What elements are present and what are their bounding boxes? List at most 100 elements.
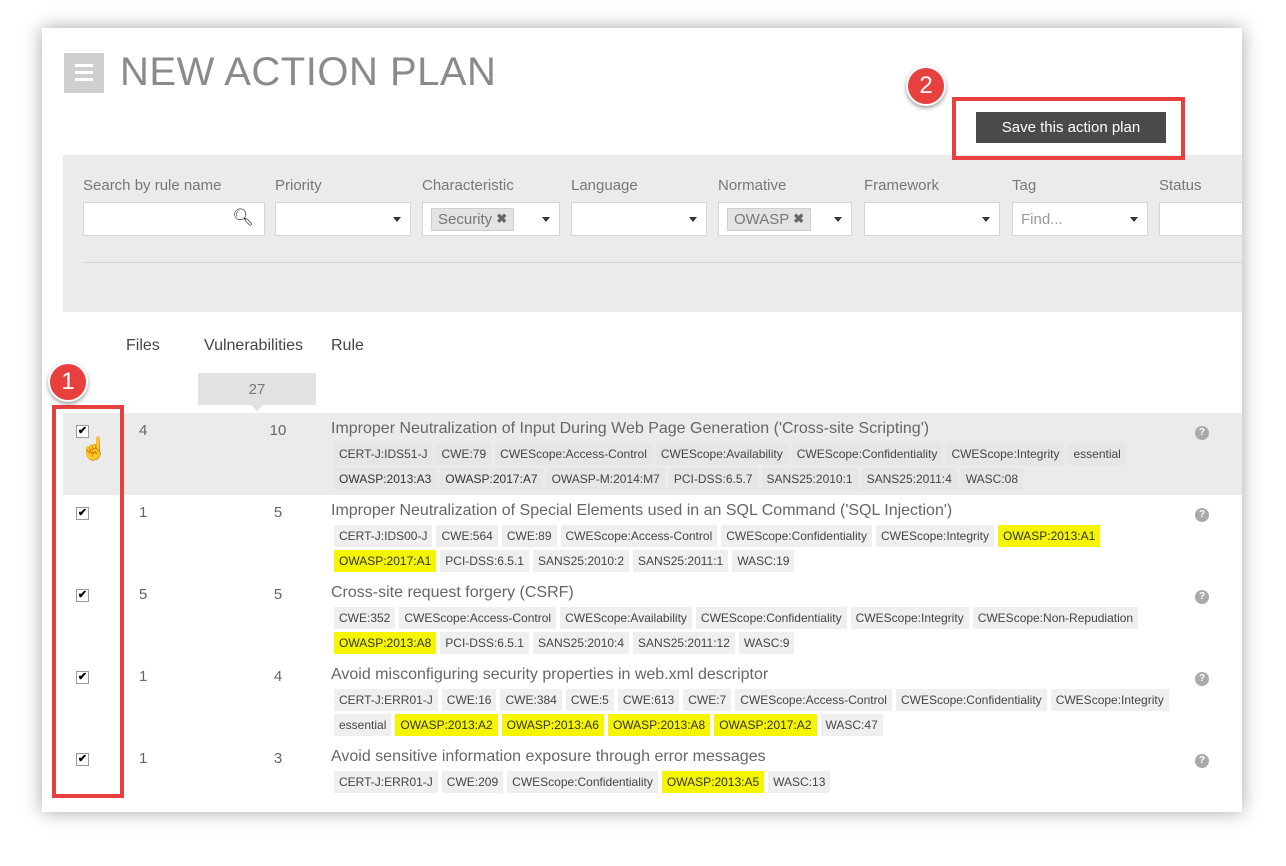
- annotation-box-checkboxes: [52, 405, 124, 798]
- rule-tag: WASC:19: [732, 550, 795, 572]
- rule-tag: WASC:08: [960, 468, 1024, 490]
- hamburger-menu-icon[interactable]: [64, 52, 104, 93]
- filter-select[interactable]: [1159, 202, 1242, 236]
- help-icon[interactable]: ?: [1195, 672, 1209, 686]
- rule-tag: CWEScope:Non-Repudiation: [972, 607, 1139, 629]
- rule-title[interactable]: Avoid sensitive information exposure thr…: [331, 748, 766, 766]
- filter-label: Tag: [1012, 177, 1037, 194]
- rule-tag: OWASP-M:2014:M7: [546, 468, 665, 490]
- rule-tag: OWASP:2013:A8: [334, 632, 437, 654]
- rule-tag: CWE:79: [436, 443, 492, 465]
- rule-tags: CERT-J:IDS00-J CWE:564 CWE:89 CWEScope:Acce…: [334, 525, 1204, 572]
- chevron-down-icon[interactable]: [542, 217, 550, 222]
- search-input[interactable]: 🔍︎: [83, 202, 265, 236]
- rule-tag: SANS25:2010:4: [532, 632, 630, 654]
- rule-tag: CWE:7: [683, 689, 732, 711]
- header: NEW ACTION PLAN: [64, 50, 496, 95]
- rule-tag: CWEScope:Integrity: [946, 443, 1065, 465]
- filter-panel: Search by rule name 🔍︎ Priority Characteris…: [63, 155, 1242, 312]
- rule-title[interactable]: Improper Neutralization of Input During …: [331, 420, 929, 438]
- filter-label: Characteristic: [422, 177, 514, 194]
- rule-tag: CWEScope:Confidentiality: [507, 771, 658, 793]
- rule-tag: OWASP:2017:A1: [334, 550, 437, 572]
- rule-tag: WASC:13: [768, 771, 831, 793]
- remove-chip-icon[interactable]: ✖: [496, 211, 507, 227]
- filter-normative: Normative OWASP ✖: [718, 177, 852, 236]
- filter-label: Framework: [864, 177, 940, 194]
- rule-tag: SANS25:2010:1: [761, 468, 858, 490]
- rule-tag: PCI-DSS:6.5.1: [440, 632, 529, 654]
- rule-title[interactable]: Improper Neutralization of Special Eleme…: [331, 502, 952, 520]
- filter-select[interactable]: Security ✖: [422, 202, 560, 236]
- rule-tags: CERT-J:ERR01-J CWE:16 CWE:384 CWE:5 CWE:613 C…: [334, 689, 1204, 736]
- table-row[interactable]: ✔ 4 10 Improper Neutralization of Input Dur…: [63, 413, 1242, 495]
- rule-tag: SANS25:2011:4: [861, 468, 957, 490]
- rule-tag: CWEScope:Access-Control: [735, 689, 892, 711]
- filter-search-by-rule-name: Search by rule name 🔍︎: [83, 177, 265, 236]
- rule-tag: PCI-DSS:6.5.1: [440, 550, 529, 572]
- filter-select[interactable]: [864, 202, 1000, 236]
- rule-tag: CWEScope:Confidentiality: [791, 443, 943, 465]
- rule-tag: OWASP:2013:A6: [501, 714, 604, 736]
- filter-label: Status: [1159, 177, 1202, 194]
- chevron-down-icon[interactable]: [834, 217, 842, 222]
- help-icon[interactable]: ?: [1195, 754, 1209, 768]
- files-count: 1: [139, 750, 148, 767]
- rule-tag: SANS25:2011:1: [633, 550, 729, 572]
- vulnerabilities-count: 10: [269, 422, 287, 439]
- rule-tag: CERT-J:IDS00-J: [334, 525, 433, 547]
- remove-chip-icon[interactable]: ✖: [793, 211, 804, 227]
- files-header[interactable]: Files: [126, 337, 160, 355]
- filter-select[interactable]: [275, 202, 411, 236]
- chevron-down-icon[interactable]: [982, 217, 990, 222]
- filter-priority: Priority: [275, 177, 411, 236]
- files-count: 1: [139, 668, 148, 685]
- rule-tag: CWEScope:Integrity: [875, 525, 995, 547]
- annotation-badge-1: 1: [48, 362, 88, 402]
- rule-tag: CWE:5: [565, 689, 614, 711]
- rule-tag: essential: [334, 714, 392, 736]
- filter-select[interactable]: [571, 202, 707, 236]
- rule-tags: CERT-J:IDS51-J CWE:79 CWEScope:Access-Cont…: [334, 443, 1204, 490]
- filter-select[interactable]: Find...: [1012, 202, 1148, 236]
- rule-tag: CWEScope:Integrity: [850, 607, 969, 629]
- filter-tag: Tag Find...: [1012, 177, 1148, 236]
- filter-select[interactable]: OWASP ✖: [718, 202, 852, 236]
- rule-tag: CWE:89: [501, 525, 557, 547]
- help-icon[interactable]: ?: [1195, 508, 1209, 522]
- rule-tag: CWEScope:Confidentiality: [895, 689, 1047, 711]
- chevron-down-icon[interactable]: [689, 217, 697, 222]
- rule-title[interactable]: Cross-site request forgery (CSRF): [331, 584, 574, 602]
- rule-tag: CWEScope:Confidentiality: [721, 525, 872, 547]
- vulnerabilities-header[interactable]: Vulnerabilities: [204, 337, 303, 355]
- filter-divider: [83, 262, 1242, 263]
- rule-tag: CWE:209: [441, 771, 504, 793]
- filter-label: Search by rule name: [83, 177, 222, 194]
- rule-tag: CWE:384: [500, 689, 562, 711]
- rule-tag: CERT-J:IDS51-J: [334, 443, 433, 465]
- table-row[interactable]: ✔ 1 3 Avoid sensitive information exposure …: [63, 741, 1242, 811]
- vulnerabilities-count: 5: [273, 504, 283, 521]
- table-row[interactable]: ✔ 1 4 Avoid misconfiguring security propert…: [63, 659, 1242, 741]
- table-row[interactable]: ✔ 5 5 Cross-site request forgery (CSRF) CWE:…: [63, 577, 1242, 659]
- tag-search-placeholder: Find...: [1021, 210, 1063, 228]
- files-count: 5: [139, 586, 148, 603]
- files-count: 1: [139, 504, 148, 521]
- vulnerabilities-count: 5: [273, 586, 283, 603]
- search-icon[interactable]: 🔍︎: [232, 208, 254, 228]
- rule-header[interactable]: Rule: [331, 337, 364, 355]
- chevron-down-icon[interactable]: [393, 217, 401, 222]
- rule-tag: WASC:9: [738, 632, 795, 654]
- help-icon[interactable]: ?: [1195, 426, 1209, 440]
- chevron-down-icon[interactable]: [1130, 217, 1138, 222]
- rule-tag: OWASP:2013:A5: [661, 771, 765, 793]
- rule-tag: CERT-J:ERR01-J: [334, 771, 438, 793]
- rule-title[interactable]: Avoid misconfiguring security properties…: [331, 666, 768, 684]
- help-icon[interactable]: ?: [1195, 590, 1209, 604]
- rule-tag: CWE:16: [441, 689, 497, 711]
- rule-tag: essential: [1068, 443, 1126, 465]
- rule-tag: OWASP:2013:A3: [334, 468, 437, 490]
- table-row[interactable]: ✔ 1 5 Improper Neutralization of Special El…: [63, 495, 1242, 577]
- filter-label: Language: [571, 177, 638, 194]
- rule-tag: PCI-DSS:6.5.7: [668, 468, 758, 490]
